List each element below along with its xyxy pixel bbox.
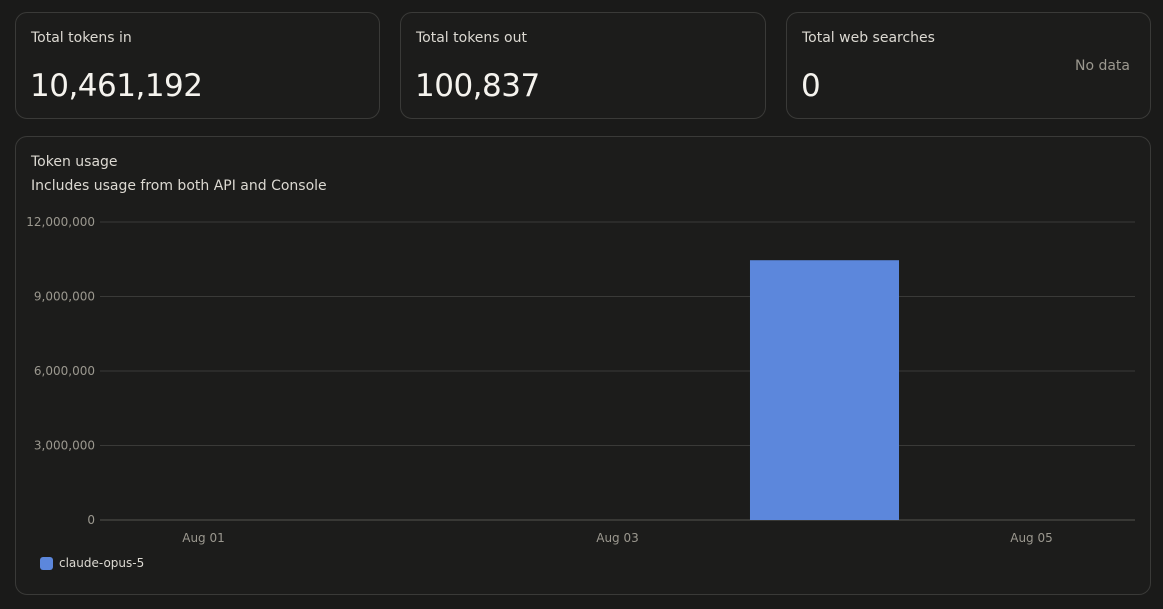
stat-label: Total web searches [802,30,935,46]
token-usage-chart: 0 3,000,000 6,000,000 9,000,000 12,000,000 Au… [26,215,1135,545]
y-tick-label: 0 [87,513,95,527]
token-usage-card: Token usage Includes usage from both API… [15,136,1151,595]
y-tick-label: 3,000,000 [34,439,95,453]
stat-card-tokens-in: Total tokens in 10,461,192 [15,12,380,119]
y-tick-label: 9,000,000 [34,290,95,304]
stat-label: Total tokens out [416,30,527,46]
x-tick-label: Aug 05 [1010,531,1053,545]
x-tick-label: Aug 03 [596,531,639,545]
stat-card-web-searches: Total web searches 0 No data [786,12,1151,119]
bar-aug-04 [749,260,900,520]
stat-value: 10,461,192 [30,68,203,104]
y-tick-label: 12,000,000 [26,215,95,229]
stat-card-tokens-out: Total tokens out 100,837 [400,12,766,119]
chart-legend[interactable]: claude-opus-5 [40,556,144,570]
legend-swatch [40,556,53,570]
no-data-note: No data [1074,58,1130,74]
stat-value: 100,837 [415,68,540,104]
stat-label: Total tokens in [31,30,132,46]
y-tick-label: 6,000,000 [34,364,95,378]
x-tick-label: Aug 01 [182,531,225,545]
stat-value: 0 [801,68,821,104]
legend-label: claude-opus-5 [59,556,145,570]
